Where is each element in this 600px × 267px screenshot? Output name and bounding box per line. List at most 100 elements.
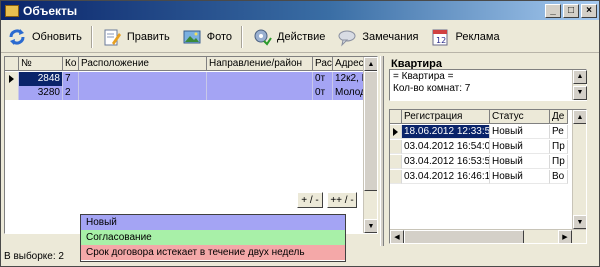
scroll-down-button[interactable]: ▼ xyxy=(573,215,586,229)
calendar-icon: 12 xyxy=(432,29,448,45)
vertical-scrollbar[interactable]: ▲ ▼ xyxy=(363,57,377,233)
toolbar-separator xyxy=(90,25,93,48)
cell-status[interactable]: Новый xyxy=(490,125,550,139)
plusplus-minus-button[interactable]: ++ / - xyxy=(327,192,357,208)
current-row-arrow-icon xyxy=(393,128,398,136)
memo-line-type: = Квартира = xyxy=(393,71,454,82)
cell-extra[interactable]: Пр xyxy=(550,140,568,154)
grid-header: № Ко Расположение Направление/район Расс… xyxy=(5,57,365,71)
photo-label: Фото xyxy=(206,30,232,43)
row-indicator xyxy=(390,155,402,169)
refresh-button[interactable]: Обновить xyxy=(1,23,88,51)
cell-location[interactable] xyxy=(79,72,207,86)
column-header-distance[interactable]: Расс xyxy=(313,57,333,71)
horizontal-scrollbar[interactable]: ◀ ▶ xyxy=(390,229,586,243)
hscroll-thumb[interactable] xyxy=(404,230,524,243)
column-header-location[interactable]: Расположение xyxy=(79,57,207,71)
row-indicator xyxy=(5,86,19,100)
title-bar[interactable]: Объекты _ □ × xyxy=(1,1,599,20)
memo-scrollbar[interactable]: ▲ ▼ xyxy=(572,70,587,100)
objects-window: Объекты _ □ × Обновить Править Фото Дейс… xyxy=(0,0,600,267)
svg-text:12: 12 xyxy=(436,36,446,45)
cell-number[interactable]: 3280 xyxy=(19,86,63,100)
cell-status[interactable]: Новый xyxy=(490,140,550,154)
cell-address[interactable]: 12к2, Е xyxy=(333,72,365,86)
cell-distance[interactable]: 0т xyxy=(313,72,333,86)
column-header-address[interactable]: Адрес xyxy=(333,57,365,71)
notes-icon xyxy=(338,30,356,47)
plus-minus-button[interactable]: + / - xyxy=(297,192,323,208)
table-row[interactable]: 03.04.2012 16:54:06 Новый Пр xyxy=(390,140,568,154)
refresh-icon xyxy=(9,28,25,45)
history-grid[interactable]: Регистрация Статус Де 18.06.2012 12:33:5… xyxy=(389,109,587,244)
minimize-button[interactable]: _ xyxy=(545,3,561,18)
table-row[interactable]: 18.06.2012 12:33:52 Новый Ре xyxy=(390,125,568,139)
column-header-status[interactable]: Статус xyxy=(490,110,550,124)
cell-extra[interactable]: Пр xyxy=(550,155,568,169)
cell-address[interactable]: Молод xyxy=(333,86,365,100)
scroll-up-button[interactable]: ▲ xyxy=(364,57,377,71)
cell-location[interactable] xyxy=(79,86,207,100)
column-header-rooms[interactable]: Ко xyxy=(63,57,79,71)
table-row[interactable]: 2848 7 0т 12к2, Е xyxy=(5,72,365,86)
toolbar-separator xyxy=(241,25,243,48)
table-row[interactable]: 3280 2 0т Молод xyxy=(5,86,365,100)
cell-distance[interactable]: 0т xyxy=(313,86,333,100)
maximize-button[interactable]: □ xyxy=(563,3,579,18)
column-header-extra[interactable]: Де xyxy=(550,110,568,124)
edit-label: Править xyxy=(126,30,170,43)
legend-item-new: Новый xyxy=(81,215,345,230)
legend-item-expiring: Срок договора истекает в течение двух не… xyxy=(81,245,345,260)
column-header-registration[interactable]: Регистрация xyxy=(402,110,490,124)
cell-extra[interactable]: Ре xyxy=(550,125,568,139)
action-button[interactable]: Действие xyxy=(246,23,331,51)
description-memo[interactable]: = Квартира = Кол-во комнат: 7 ▲ ▼ xyxy=(389,69,587,101)
edit-button[interactable]: Править xyxy=(96,23,176,51)
cell-registration[interactable]: 18.06.2012 12:33:52 xyxy=(402,125,490,139)
cell-extra[interactable]: Во xyxy=(550,170,568,184)
close-button[interactable]: × xyxy=(581,3,597,18)
cell-rooms[interactable]: 7 xyxy=(63,72,79,86)
scroll-down-button[interactable]: ▼ xyxy=(573,86,587,100)
panel-splitter[interactable] xyxy=(380,56,384,246)
cell-registration[interactable]: 03.04.2012 16:46:18 xyxy=(402,170,490,184)
cell-registration[interactable]: 03.04.2012 16:54:06 xyxy=(402,140,490,154)
scroll-down-button[interactable]: ▼ xyxy=(364,219,377,233)
indicator-header xyxy=(390,110,402,124)
scroll-up-button[interactable]: ▲ xyxy=(573,110,586,124)
cell-registration[interactable]: 03.04.2012 16:53:51 xyxy=(402,155,490,169)
photo-button[interactable]: Фото xyxy=(176,23,238,51)
photo-icon xyxy=(183,30,201,43)
window-title: Объекты xyxy=(23,3,78,18)
vertical-scrollbar[interactable]: ▲ ▼ xyxy=(572,110,586,229)
ad-label: Реклама xyxy=(455,30,500,43)
cell-number[interactable]: 2848 xyxy=(19,72,63,86)
column-header-direction[interactable]: Направление/район xyxy=(207,57,313,71)
indicator-header xyxy=(5,57,19,71)
action-label: Действие xyxy=(277,30,326,43)
table-row[interactable]: 03.04.2012 16:53:51 Новый Пр xyxy=(390,155,568,169)
ad-button[interactable]: 12 Реклама xyxy=(424,23,505,51)
memo-line-rooms: Кол-во комнат: 7 xyxy=(393,83,471,94)
notes-button[interactable]: Замечания xyxy=(331,23,424,51)
cell-status[interactable]: Новый xyxy=(490,170,550,184)
scroll-right-button[interactable]: ▶ xyxy=(558,230,572,243)
scroll-up-button[interactable]: ▲ xyxy=(573,70,587,84)
cell-direction[interactable] xyxy=(207,86,313,100)
status-legend-popup: Новый Согласование Срок договора истекае… xyxy=(80,214,346,262)
current-row-arrow-icon xyxy=(9,75,14,83)
table-row[interactable]: 03.04.2012 16:46:18 Новый Во xyxy=(390,170,568,184)
cell-rooms[interactable]: 2 xyxy=(63,86,79,100)
row-indicator xyxy=(5,72,19,86)
cell-direction[interactable] xyxy=(207,72,313,86)
grid-header: Регистрация Статус Де xyxy=(390,110,568,124)
refresh-label: Обновить xyxy=(32,30,82,43)
action-icon xyxy=(254,29,272,46)
cell-status[interactable]: Новый xyxy=(490,155,550,169)
notes-label: Замечания xyxy=(362,30,419,43)
column-header-number[interactable]: № xyxy=(19,57,63,71)
row-indicator xyxy=(390,140,402,154)
scroll-left-button[interactable]: ◀ xyxy=(390,230,404,243)
scroll-thumb[interactable] xyxy=(364,71,377,191)
row-indicator xyxy=(390,170,402,184)
